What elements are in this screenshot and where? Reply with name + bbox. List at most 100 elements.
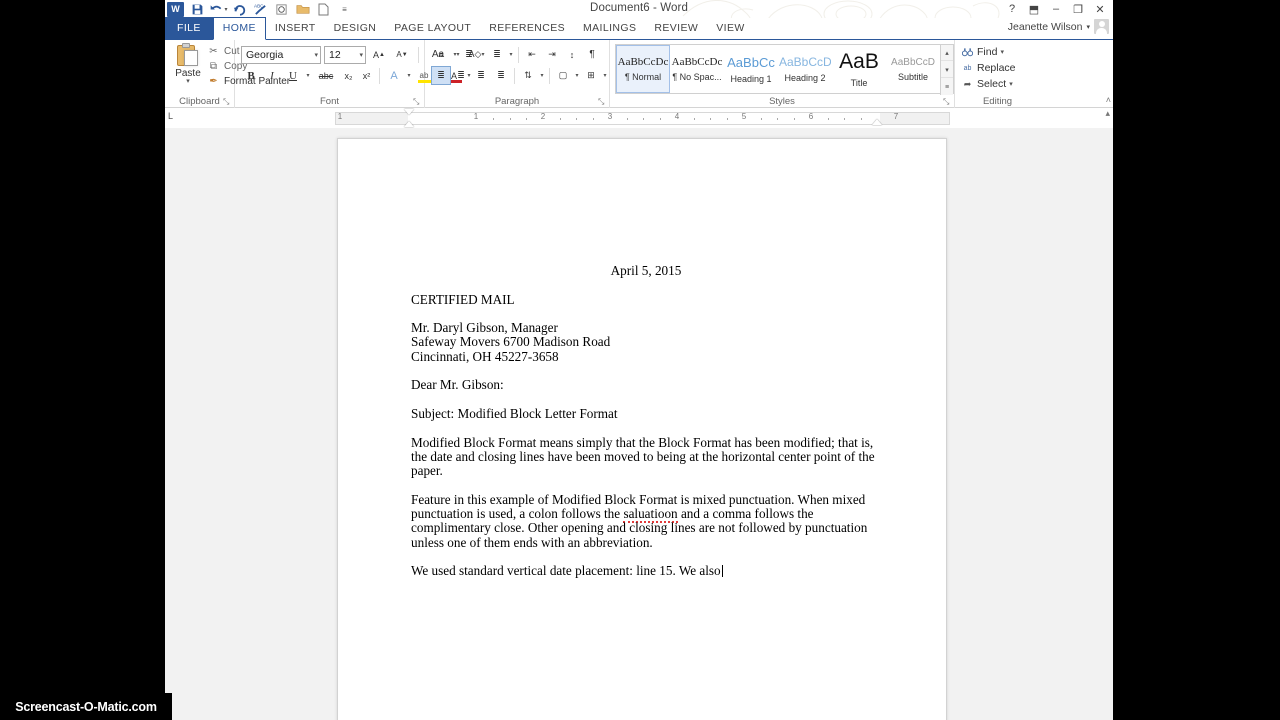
italic-button[interactable]: I: [262, 66, 282, 85]
styles-more-icon[interactable]: ≡: [941, 79, 953, 95]
tab-page-layout[interactable]: PAGE LAYOUT: [385, 17, 480, 39]
borders-icon[interactable]: ⊞: [581, 66, 601, 85]
select-button[interactable]: ➦ Select ▾: [961, 76, 1016, 92]
bullets-icon[interactable]: ≡: [431, 45, 451, 64]
shrink-font-icon[interactable]: A ▼: [392, 45, 412, 64]
ribbon-display-options-icon[interactable]: ⬒: [1023, 0, 1045, 18]
style-subtitle[interactable]: AaBbCcD Subtitle: [886, 45, 940, 93]
tab-mailings[interactable]: MAILINGS: [574, 17, 645, 39]
close-button[interactable]: ✕: [1089, 0, 1111, 18]
first-line-indent-marker[interactable]: [404, 109, 414, 115]
font-name-chevron-down-icon[interactable]: ▾: [311, 51, 318, 59]
find-label: Find: [977, 46, 998, 58]
align-right-button[interactable]: ≣: [471, 66, 491, 85]
right-indent-marker[interactable]: [872, 119, 882, 125]
style-normal[interactable]: AaBbCcDc ¶ Normal: [616, 45, 670, 93]
font-name-input[interactable]: Georgia ▾: [241, 45, 321, 64]
horizontal-ruler[interactable]: 1 1 2 3 4 5 6 7: [335, 109, 950, 133]
document-page[interactable]: April 5, 2015 CERTIFIED MAIL Mr. Daryl G…: [337, 138, 947, 720]
avatar[interactable]: [1094, 19, 1109, 34]
cursor-arrow-icon: ➦: [963, 78, 972, 89]
line-spacing-icon[interactable]: ⇅: [518, 66, 538, 85]
increase-indent-icon[interactable]: ⇥: [542, 45, 562, 64]
tab-review[interactable]: REVIEW: [645, 17, 707, 39]
paintbrush-icon: ✒: [209, 76, 218, 87]
style-label: ¶ Normal: [624, 72, 662, 82]
tab-stop-selector[interactable]: L: [168, 111, 173, 121]
show-formatting-marks-icon[interactable]: ¶: [582, 45, 602, 64]
style-preview: AaBbCc: [727, 54, 775, 70]
font-size-input[interactable]: 12 ▾: [324, 45, 366, 64]
paragraph-body-2: Feature in this example of Modified Bloc…: [411, 492, 881, 550]
paste-chevron-down-icon[interactable]: ▾: [171, 78, 205, 85]
underline-button[interactable]: U: [283, 66, 303, 85]
find-chevron-down-icon[interactable]: ▾: [1000, 48, 1004, 56]
tab-view[interactable]: VIEW: [707, 17, 753, 39]
paragraph-row-bottom: ≣ ≣ ≣ ≣ ⇅ ▾ ▢ ▾ ⊞ ▾: [431, 66, 609, 85]
borders-chevron-down-icon[interactable]: ▾: [601, 72, 609, 79]
ruler-collapse-icon[interactable]: ▴: [1105, 108, 1110, 119]
line-spacing-chevron-down-icon[interactable]: ▾: [538, 72, 546, 79]
align-center-button[interactable]: ≣: [451, 66, 471, 85]
account-area[interactable]: Jeanette Wilson ▾: [1008, 19, 1109, 34]
styles-scroll-down-icon[interactable]: ▾: [941, 62, 953, 78]
minimize-button[interactable]: –: [1045, 0, 1067, 18]
strikethrough-button[interactable]: abc: [313, 66, 339, 85]
hanging-indent-marker[interactable]: [404, 121, 414, 127]
tab-file[interactable]: FILE: [165, 17, 213, 39]
ruler-mark: 1: [473, 112, 479, 121]
tab-references[interactable]: REFERENCES: [480, 17, 574, 39]
paragraph-date: April 5, 2015: [610, 263, 682, 278]
restore-button[interactable]: ❐: [1067, 0, 1089, 18]
multilevel-chevron-down-icon[interactable]: ▾: [507, 51, 515, 58]
editing-group-label: Editing: [982, 96, 1013, 107]
text-effects-chevron-down-icon[interactable]: ▾: [405, 72, 413, 79]
style-heading-1[interactable]: AaBbCc Heading 1: [724, 45, 778, 93]
grow-font-icon[interactable]: A ▲: [369, 45, 389, 64]
scissors-icon: ✂: [209, 46, 218, 57]
underline-chevron-down-icon[interactable]: ▾: [304, 72, 312, 79]
sort-icon[interactable]: ↕: [562, 45, 582, 64]
justify-button[interactable]: ≣: [491, 66, 511, 85]
ruler-mark: 3: [607, 112, 613, 121]
tab-insert[interactable]: INSERT: [266, 17, 325, 39]
select-label: Select: [977, 78, 1007, 90]
styles-scroll-up-icon[interactable]: ▴: [941, 45, 953, 61]
window-controls: ? ⬒ – ❐ ✕: [1001, 0, 1111, 18]
document-text-body[interactable]: April 5, 2015 CERTIFIED MAIL Mr. Daryl G…: [411, 263, 881, 593]
font-group-label: Font: [319, 96, 339, 107]
bullets-chevron-down-icon[interactable]: ▾: [451, 51, 459, 58]
clipboard-dialog-launcher[interactable]: ⤡: [223, 97, 232, 106]
find-button[interactable]: Find ▾: [961, 44, 1016, 60]
style-preview: AaBbCcD: [891, 56, 935, 68]
replace-button[interactable]: ab Replace: [961, 60, 1016, 76]
paragraph-dialog-launcher[interactable]: ⤡: [598, 97, 607, 106]
multilevel-list-icon[interactable]: ≣: [487, 45, 507, 64]
shading-chevron-down-icon[interactable]: ▾: [573, 72, 581, 79]
account-chevron-down-icon[interactable]: ▾: [1086, 23, 1090, 31]
font-size-chevron-down-icon[interactable]: ▾: [356, 51, 363, 59]
superscript-button[interactable]: x²: [358, 66, 375, 85]
tab-home[interactable]: HOME: [212, 17, 266, 40]
style-no-spacing[interactable]: AaBbCcDc ¶ No Spac...: [670, 45, 724, 93]
collapse-ribbon-icon[interactable]: ˄: [1106, 95, 1111, 105]
style-title[interactable]: AaB Title: [832, 45, 886, 93]
paste-button[interactable]: Paste ▾: [171, 43, 205, 85]
subscript-button[interactable]: x₂: [340, 66, 357, 85]
text-effects-icon[interactable]: A: [384, 66, 404, 85]
align-left-button[interactable]: ≣: [431, 66, 451, 85]
shading-icon[interactable]: ▢: [553, 66, 573, 85]
help-icon[interactable]: ?: [1001, 0, 1023, 18]
font-dialog-launcher[interactable]: ⤡: [413, 97, 422, 106]
decrease-indent-icon[interactable]: ⇤: [522, 45, 542, 64]
numbering-icon[interactable]: ≣: [459, 45, 479, 64]
bold-button[interactable]: B: [241, 66, 261, 85]
numbering-chevron-down-icon[interactable]: ▾: [479, 51, 487, 58]
document-canvas[interactable]: April 5, 2015 CERTIFIED MAIL Mr. Daryl G…: [165, 128, 1113, 720]
paragraph-notation: CERTIFIED MAIL: [411, 291, 515, 307]
select-chevron-down-icon[interactable]: ▾: [1009, 80, 1013, 88]
styles-gallery: AaBbCcDc ¶ Normal AaBbCcDc ¶ No Spac... …: [615, 44, 954, 95]
styles-dialog-launcher[interactable]: ⤡: [943, 97, 952, 106]
style-heading-2[interactable]: AaBbCcD Heading 2: [778, 45, 832, 93]
tab-design[interactable]: DESIGN: [325, 17, 386, 39]
